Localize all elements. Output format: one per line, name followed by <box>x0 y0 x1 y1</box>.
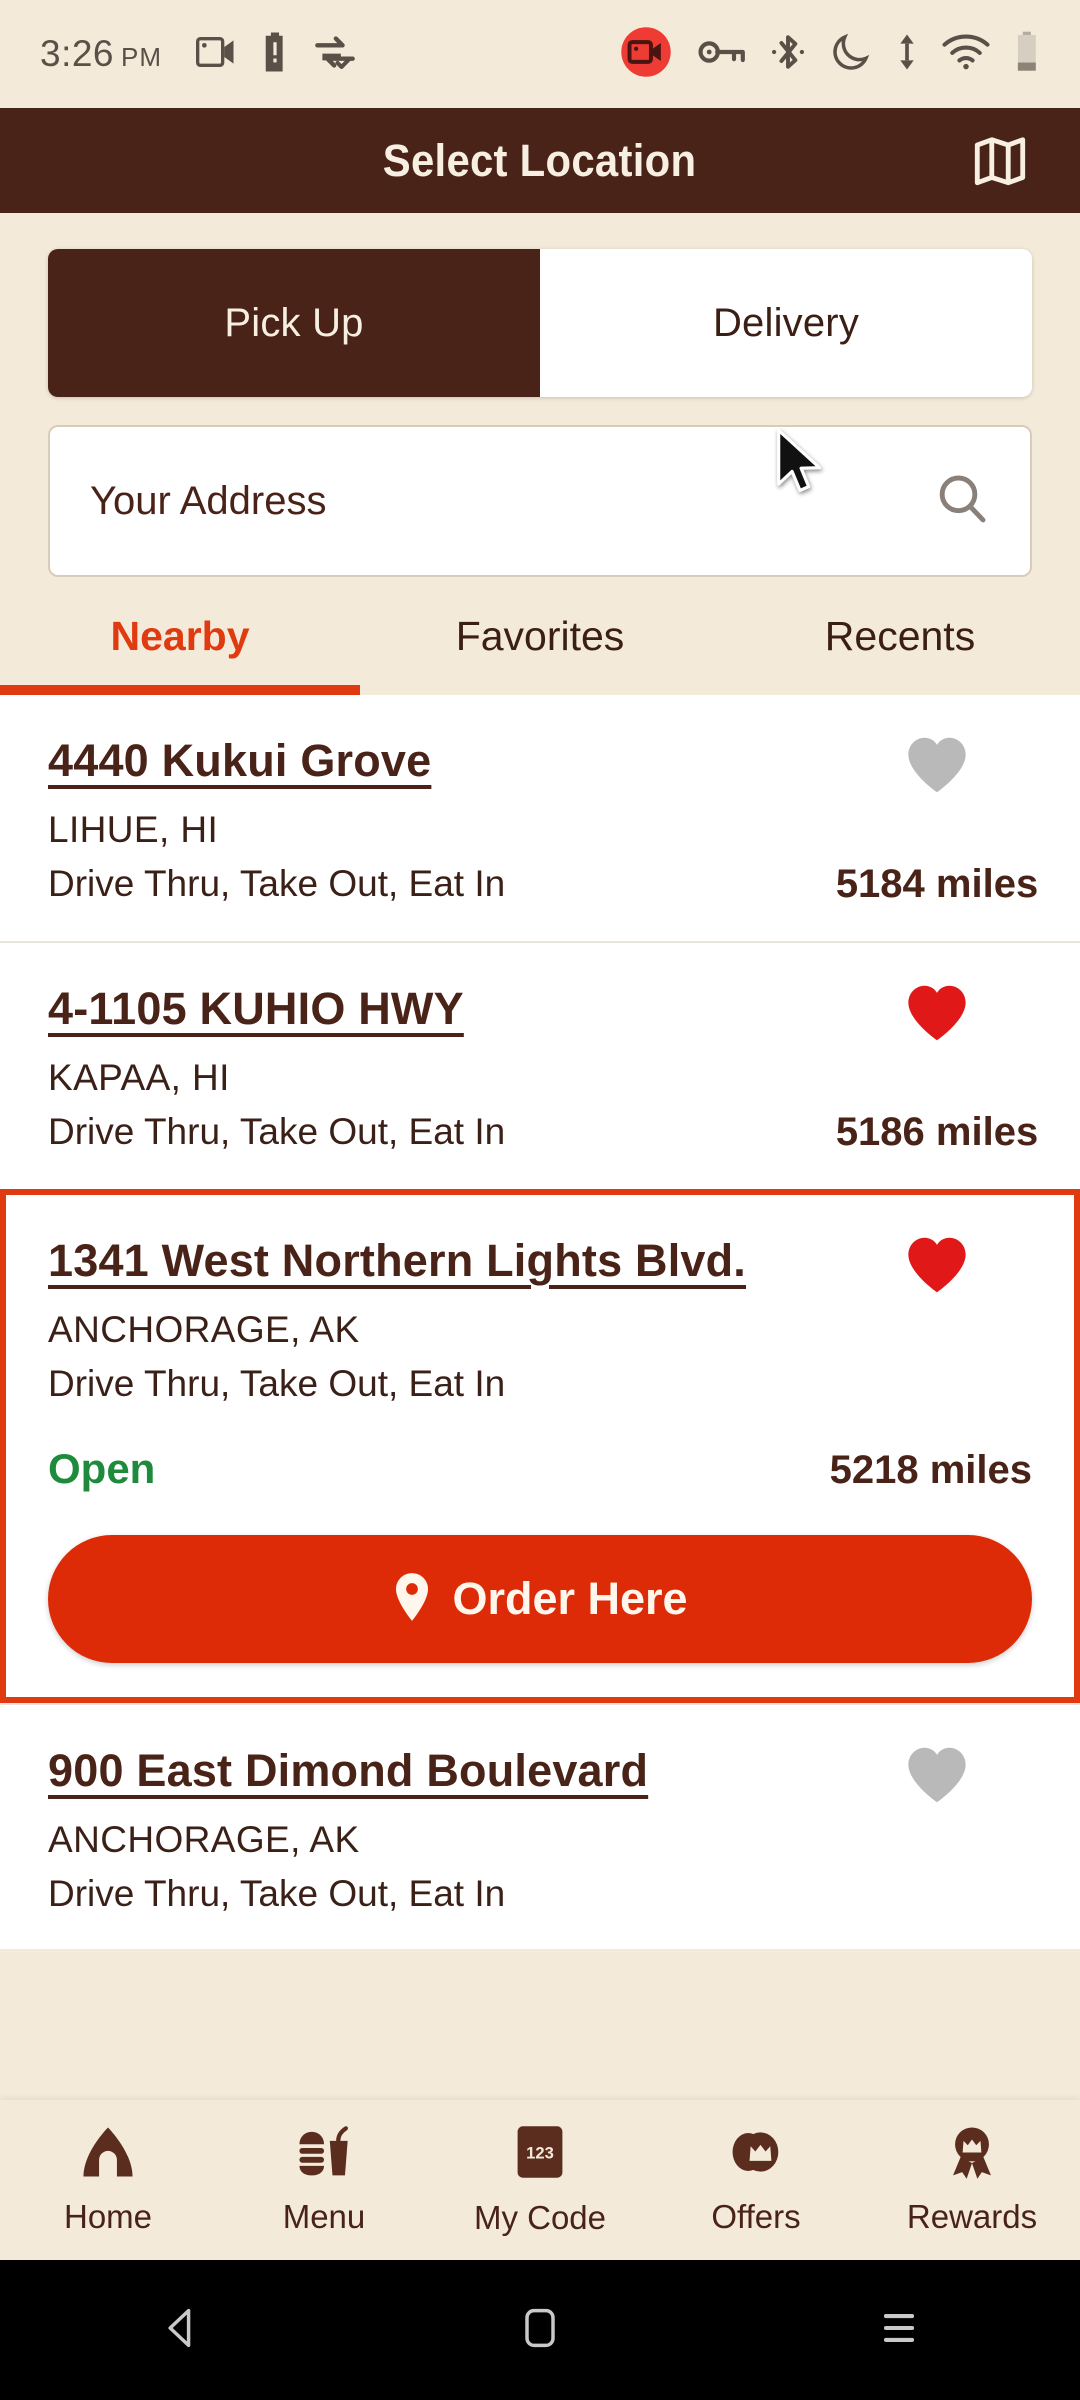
sandwich-drink-icon <box>295 2125 353 2184</box>
nav-item-home[interactable]: Home <box>0 2125 216 2236</box>
bluetooth-icon <box>770 32 806 77</box>
map-icon[interactable] <box>968 129 1032 193</box>
page-title: Select Location <box>383 134 697 186</box>
system-navigation-bar <box>0 2260 1080 2400</box>
tab-nearby[interactable]: Nearby <box>0 577 360 695</box>
location-tabs: Nearby Favorites Recents <box>0 577 1080 695</box>
wifi-icon <box>942 34 990 75</box>
location-card[interactable]: 4-1105 KUHIO HWY KAPAA, HI Drive Thru, T… <box>0 941 1080 1189</box>
location-address[interactable]: 900 East Dimond Boulevard <box>48 1745 648 1797</box>
order-here-label: Order Here <box>452 1573 688 1624</box>
favorite-heart-icon[interactable] <box>904 1745 970 1810</box>
tab-favorites-label: Favorites <box>455 612 625 659</box>
favorite-heart-icon[interactable] <box>904 983 970 1048</box>
location-list: 4440 Kukui Grove LIHUE, HI Drive Thru, T… <box>0 695 1080 1949</box>
tab-nearby-label: Nearby <box>110 612 250 659</box>
order-mode-toggle: Pick Up Delivery <box>48 249 1032 397</box>
nav-item-menu[interactable]: Menu <box>216 2125 432 2236</box>
data-saver-icon <box>314 35 356 74</box>
location-services: Drive Thru, Take Out, Eat In <box>48 1363 506 1404</box>
nav-item-home-label: Home <box>63 2197 153 2235</box>
address-search-placeholder: Your Address <box>90 478 327 523</box>
recents-menu-icon[interactable] <box>873 2302 925 2359</box>
bottom-navigation: Home Menu 123 My Code Offers Rewards <box>0 2100 1080 2260</box>
mode-pickup-label: Pick Up <box>224 300 364 345</box>
favorite-heart-icon[interactable] <box>904 735 970 800</box>
nav-item-offers-label: Offers <box>711 2197 801 2235</box>
location-address[interactable]: 1341 West Northern Lights Blvd. <box>48 1235 746 1287</box>
nav-item-my-code[interactable]: 123 My Code <box>432 2124 648 2237</box>
home-square-icon[interactable] <box>517 2302 563 2359</box>
location-distance: 5184 miles <box>835 862 1039 906</box>
nav-item-rewards-label: Rewards <box>906 2197 1038 2235</box>
location-address[interactable]: 4-1105 KUHIO HWY <box>48 983 464 1035</box>
home-icon <box>79 2125 137 2184</box>
screen-record-active-icon <box>618 24 674 85</box>
location-services: Drive Thru, Take Out, Eat In <box>48 1111 506 1152</box>
order-here-button[interactable]: Order Here <box>48 1535 1032 1663</box>
location-distance: 5218 miles <box>829 1448 1032 1492</box>
svg-text:123: 123 <box>526 2143 554 2162</box>
location-services: Drive Thru, Take Out, Eat In <box>48 863 506 904</box>
mode-delivery-label: Delivery <box>712 300 860 345</box>
offers-coin-icon <box>727 2125 785 2184</box>
tab-recents-label: Recents <box>824 612 976 659</box>
mode-pickup-button[interactable]: Pick Up <box>48 249 540 397</box>
do-not-disturb-moon-icon <box>830 31 872 78</box>
phone-screen: 3:26 PM Select Location Pick Up Delivery… <box>0 0 1080 2400</box>
status-bar: 3:26 PM <box>0 0 1080 108</box>
location-card[interactable]: 4440 Kukui Grove LIHUE, HI Drive Thru, T… <box>0 695 1080 941</box>
favorite-heart-icon[interactable] <box>904 1235 970 1300</box>
vpn-key-icon <box>698 35 746 74</box>
status-badge: Open <box>48 1445 156 1492</box>
nav-item-rewards[interactable]: Rewards <box>864 2125 1080 2236</box>
back-triangle-icon[interactable] <box>155 2302 207 2359</box>
location-pin-icon <box>392 1571 432 1628</box>
status-bar-clock: 3:26 PM <box>40 33 163 74</box>
tab-favorites[interactable]: Favorites <box>360 577 720 695</box>
mode-delivery-button[interactable]: Delivery <box>540 249 1032 397</box>
location-services: Drive Thru, Take Out, Eat In <box>48 1873 506 1914</box>
tab-recents[interactable]: Recents <box>720 577 1080 695</box>
location-card-selected[interactable]: 1341 West Northern Lights Blvd. ANCHORAG… <box>0 1189 1080 1703</box>
nav-item-offers[interactable]: Offers <box>648 2125 864 2236</box>
address-search-field[interactable]: Your Address <box>48 425 1032 577</box>
rewards-medal-icon <box>943 2125 1001 2184</box>
location-city: ANCHORAGE, AK <box>48 1819 360 1860</box>
battery-alert-icon <box>262 32 288 77</box>
location-city: LIHUE, HI <box>48 809 219 850</box>
app-header: Select Location <box>0 108 1080 213</box>
location-address[interactable]: 4440 Kukui Grove <box>48 735 431 787</box>
screen-record-icon <box>196 36 236 73</box>
search-panel: Pick Up Delivery Your Address <box>0 249 1080 577</box>
nav-item-my-code-label: My Code <box>473 2198 607 2236</box>
location-city: ANCHORAGE, AK <box>48 1309 360 1350</box>
nav-item-menu-label: Menu <box>282 2197 366 2235</box>
sync-arrows-icon <box>896 32 918 77</box>
location-city: KAPAA, HI <box>48 1057 230 1098</box>
location-distance: 5186 miles <box>835 1110 1039 1154</box>
barcode-card-icon: 123 <box>515 2124 565 2185</box>
battery-icon <box>1014 31 1040 78</box>
location-card[interactable]: 900 East Dimond Boulevard ANCHORAGE, AK … <box>0 1703 1080 1949</box>
search-icon[interactable] <box>934 471 990 532</box>
